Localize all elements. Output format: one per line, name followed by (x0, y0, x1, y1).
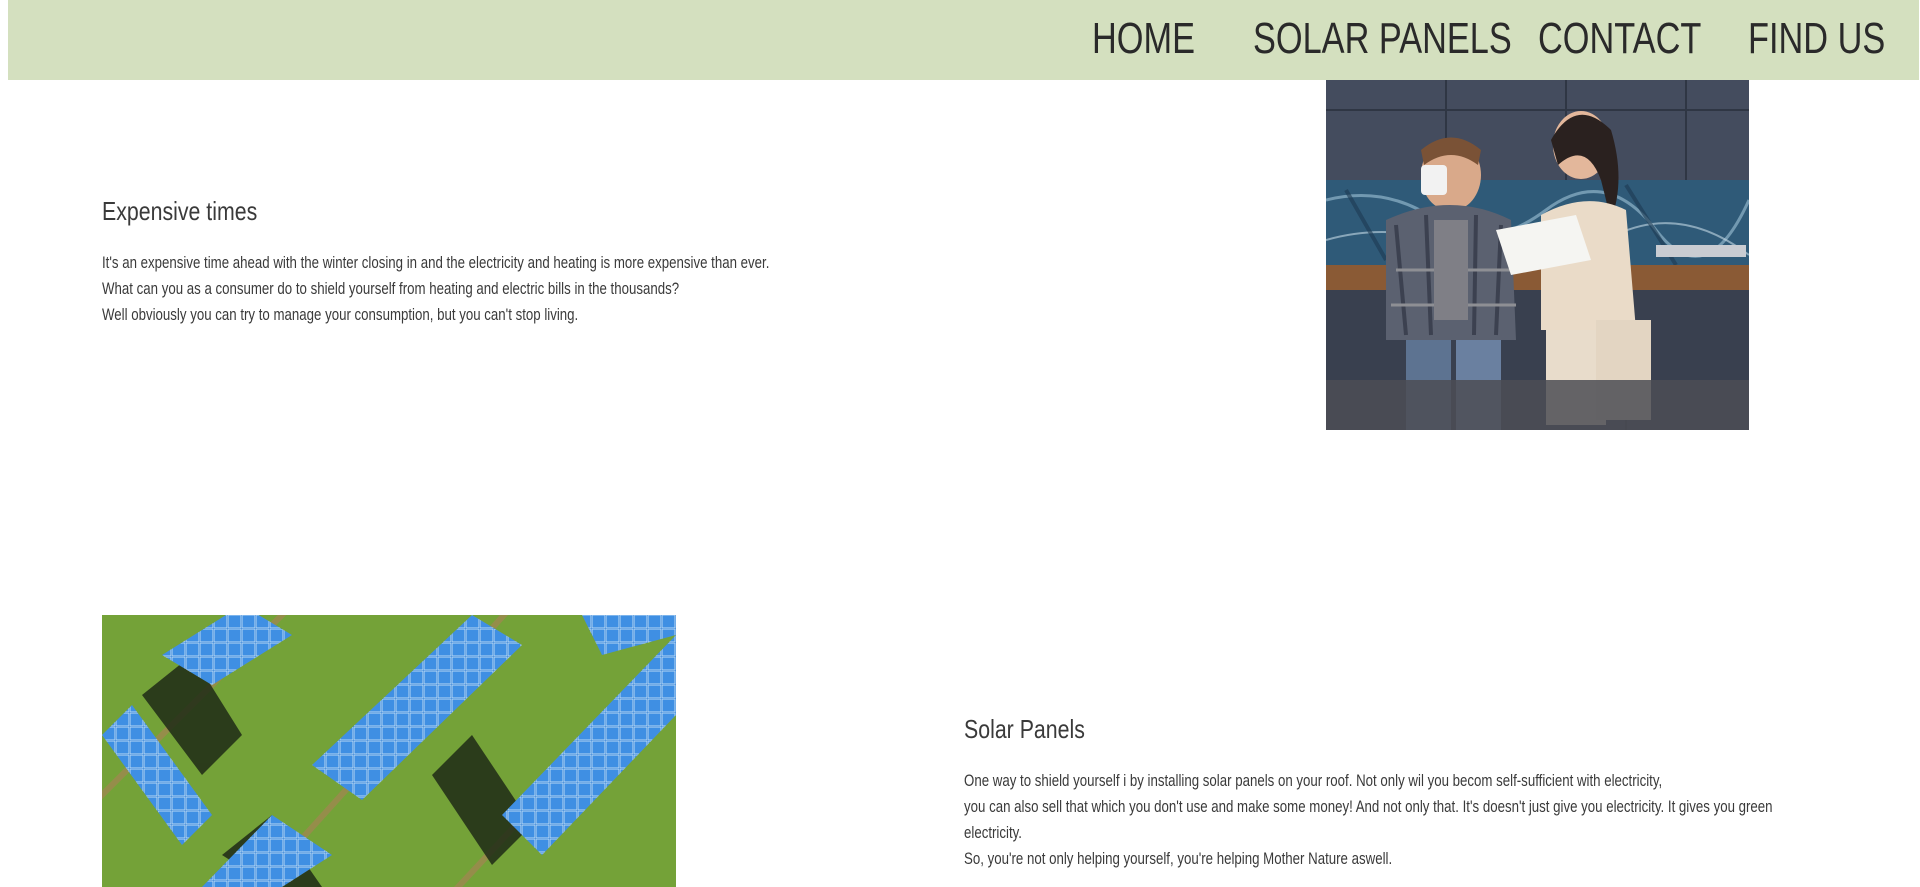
paragraph-line: you can also sell that which you don't u… (964, 797, 1773, 816)
nav-solar-panels-link[interactable]: SOLAR PANELS (1253, 14, 1512, 64)
paragraph-line: It's an expensive time ahead with the wi… (102, 253, 770, 272)
paragraph-line: What can you as a consumer do to shield … (102, 279, 680, 298)
top-navbar: HOME SOLAR PANELS CONTACT FIND US (8, 0, 1919, 80)
solar-panels-heading: Solar Panels (964, 714, 1085, 744)
paragraph-line: So, you're not only helping yourself, yo… (964, 849, 1393, 868)
nav-find-us-link[interactable]: FIND US (1748, 14, 1885, 64)
paragraph-line: One way to shield yourself i by installi… (964, 771, 1663, 790)
expensive-times-heading: Expensive times (102, 196, 258, 226)
paragraph-line: Well obviously you can try to manage you… (102, 305, 579, 324)
page: HOME SOLAR PANELS CONTACT FIND US Expens… (0, 0, 1920, 887)
couple-reviewing-bills-photo (1326, 70, 1749, 430)
paragraph-line: electricity. (964, 823, 1022, 842)
solar-panels-text: One way to shield yourself i by installi… (964, 768, 1773, 872)
expensive-times-text: It's an expensive time ahead with the wi… (102, 250, 769, 328)
aerial-solar-panels-photo (102, 615, 676, 887)
nav-home-link[interactable]: HOME (1092, 14, 1195, 64)
nav-contact-link[interactable]: CONTACT (1538, 14, 1701, 64)
